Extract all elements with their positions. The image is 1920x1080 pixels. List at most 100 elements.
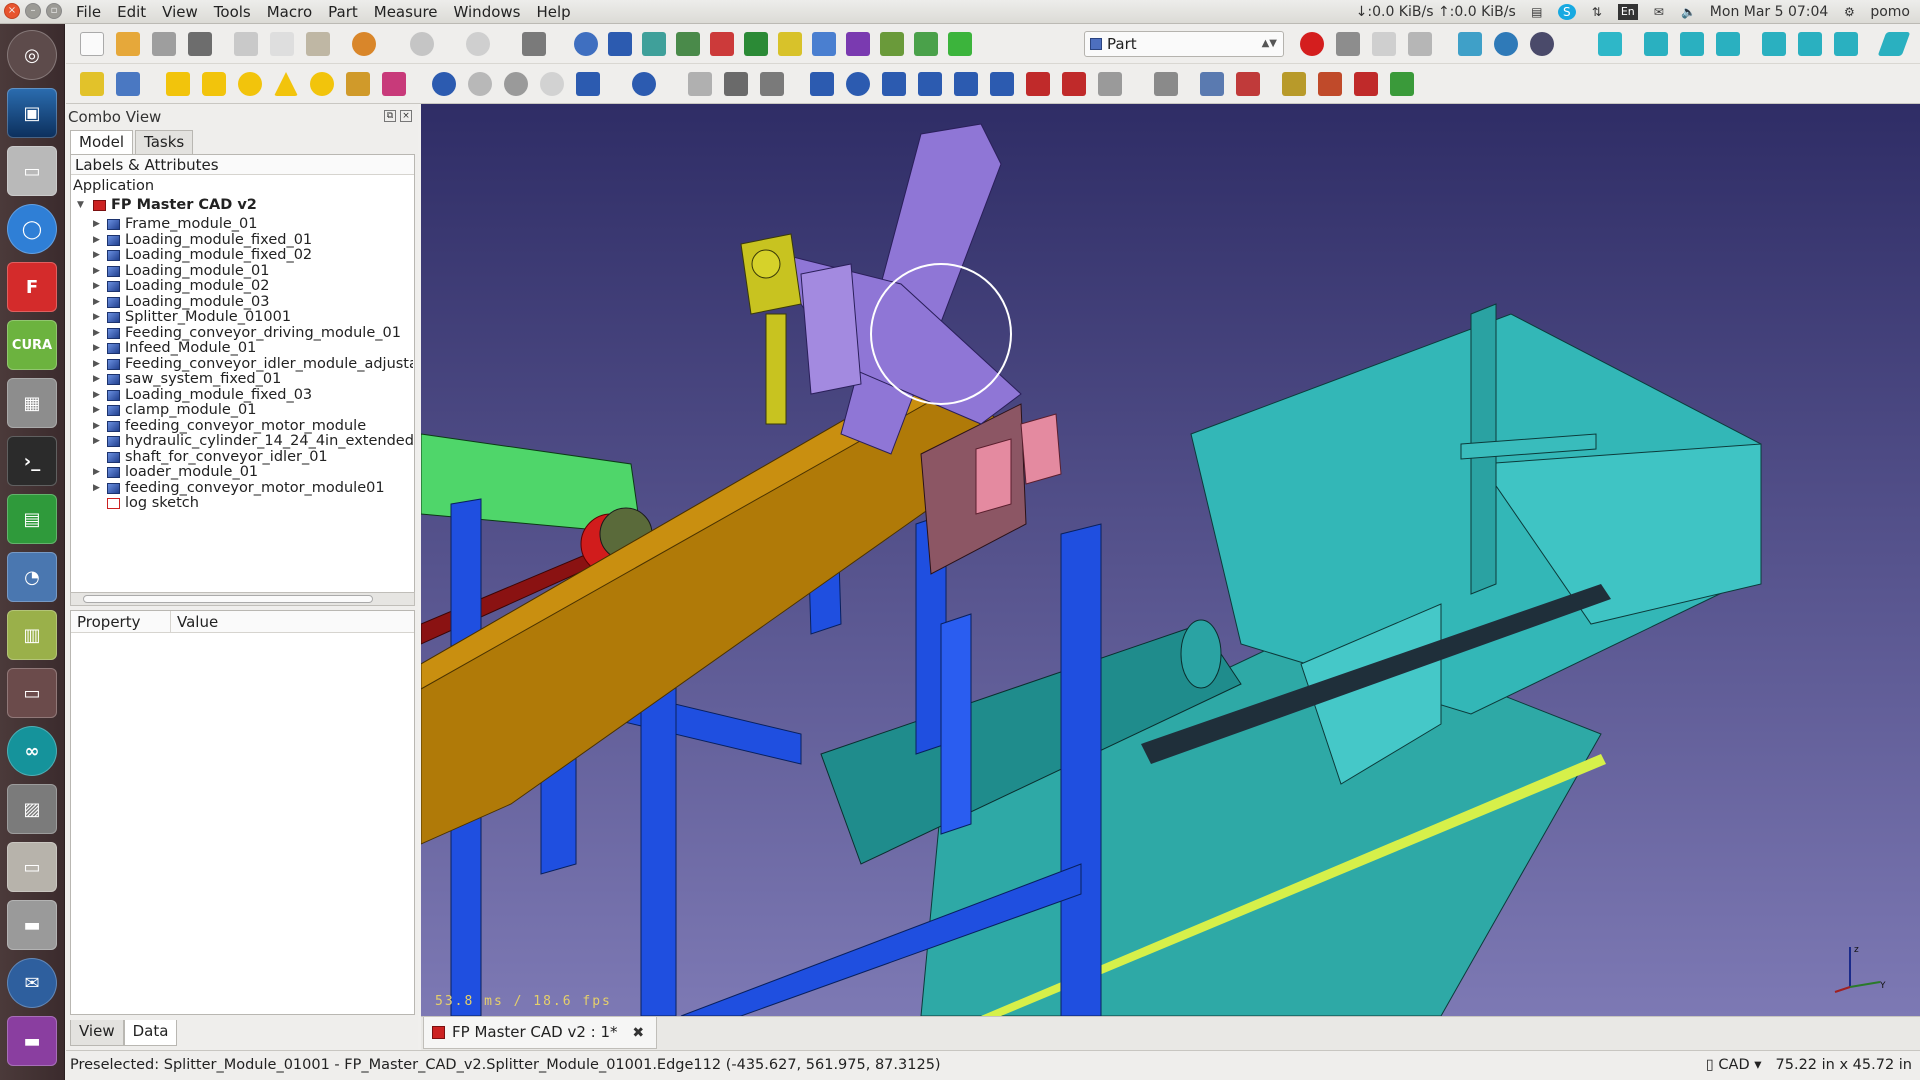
right-view-icon[interactable] bbox=[1716, 32, 1740, 56]
tree-item[interactable]: log sketch bbox=[93, 494, 413, 513]
measure-distance-icon[interactable] bbox=[1877, 32, 1911, 56]
menu-macro[interactable]: Macro bbox=[259, 0, 320, 24]
scrollbar-thumb[interactable] bbox=[83, 595, 373, 603]
rear-view-icon[interactable] bbox=[1762, 32, 1786, 56]
join-icon[interactable] bbox=[576, 72, 600, 96]
menu-windows[interactable]: Windows bbox=[446, 0, 529, 24]
mirror-icon[interactable] bbox=[882, 72, 906, 96]
torus-icon[interactable] bbox=[310, 72, 334, 96]
sync-arrows-icon[interactable]: ⇅ bbox=[1588, 4, 1606, 20]
check-icon[interactable] bbox=[948, 32, 972, 56]
save-icon[interactable] bbox=[152, 32, 176, 56]
paste-icon[interactable] bbox=[306, 32, 330, 56]
workspace-switcher-icon[interactable]: ▭ bbox=[7, 668, 57, 718]
copy-icon[interactable] bbox=[270, 32, 294, 56]
fuse-icon[interactable] bbox=[504, 72, 528, 96]
presentation-icon[interactable]: ▬ bbox=[7, 1016, 57, 1066]
axonometric-icon[interactable] bbox=[1598, 32, 1622, 56]
chamfer-icon[interactable] bbox=[954, 72, 978, 96]
cura-icon[interactable]: CURA bbox=[7, 320, 57, 370]
network-speed[interactable]: ↓:0.0 KiB/s ↑:0.0 KiB/s bbox=[1356, 4, 1516, 20]
volume-icon[interactable]: 🔈 bbox=[1680, 4, 1698, 20]
cylinder-icon[interactable] bbox=[202, 72, 226, 96]
check-geometry-icon[interactable] bbox=[846, 32, 870, 56]
common-icon[interactable] bbox=[540, 72, 564, 96]
file-manager-icon[interactable]: ▭ bbox=[7, 842, 57, 892]
ubuntu-dash-icon[interactable]: ◎ bbox=[7, 30, 57, 80]
menu-part[interactable]: Part bbox=[320, 0, 366, 24]
fillet-icon[interactable] bbox=[918, 72, 942, 96]
open-folder-icon[interactable] bbox=[116, 32, 140, 56]
menu-edit[interactable]: Edit bbox=[109, 0, 154, 24]
workbench-select[interactable]: Part ▲▼ bbox=[1084, 31, 1284, 57]
record-macro-icon[interactable] bbox=[1300, 32, 1324, 56]
sphere-icon[interactable] bbox=[238, 72, 262, 96]
primitives-icon[interactable] bbox=[346, 72, 370, 96]
offset-icon[interactable] bbox=[1154, 72, 1178, 96]
tree-document[interactable]: ▼ FP Master CAD v2 bbox=[77, 196, 407, 215]
menu-help[interactable]: Help bbox=[528, 0, 578, 24]
compound-icon[interactable] bbox=[688, 72, 712, 96]
file-shredder-icon[interactable]: ▨ bbox=[7, 784, 57, 834]
texture-icon[interactable] bbox=[778, 32, 802, 56]
tab-model[interactable]: Model bbox=[70, 130, 134, 154]
split-icon[interactable] bbox=[632, 72, 656, 96]
redo-icon[interactable] bbox=[410, 32, 434, 56]
bottom-view-icon[interactable] bbox=[1798, 32, 1822, 56]
move-icon[interactable] bbox=[812, 32, 836, 56]
shape-builder-icon[interactable] bbox=[382, 72, 406, 96]
revolve-icon[interactable] bbox=[846, 72, 870, 96]
menu-file[interactable]: File bbox=[68, 0, 109, 24]
sketch-view-icon[interactable] bbox=[676, 32, 700, 56]
clipping-icon[interactable] bbox=[744, 32, 768, 56]
top-view-icon[interactable] bbox=[1680, 32, 1704, 56]
extrude-icon[interactable] bbox=[810, 72, 834, 96]
remote-icon[interactable]: ▤ bbox=[1528, 4, 1546, 20]
new-document-icon[interactable] bbox=[80, 32, 104, 56]
menu-view[interactable]: View bbox=[154, 0, 206, 24]
shape-from-mesh-icon[interactable] bbox=[724, 72, 748, 96]
refresh-icon[interactable] bbox=[466, 32, 490, 56]
convert-icon[interactable] bbox=[760, 72, 784, 96]
tab-view[interactable]: View bbox=[70, 1020, 124, 1046]
dimension-icon[interactable] bbox=[880, 32, 904, 56]
left-view-icon[interactable] bbox=[1834, 32, 1858, 56]
terminal-icon[interactable]: ›_ bbox=[7, 436, 57, 486]
zoom-icon[interactable] bbox=[1494, 32, 1518, 56]
keyboard-layout[interactable]: En bbox=[1617, 4, 1638, 20]
close-icon[interactable]: × bbox=[4, 3, 20, 19]
spreadsheet-icon[interactable]: ▤ bbox=[7, 494, 57, 544]
draw-style-icon[interactable] bbox=[1530, 32, 1554, 56]
user-name[interactable]: pomo bbox=[1870, 4, 1910, 20]
value-column-header[interactable]: Value bbox=[171, 611, 414, 632]
float-icon[interactable]: ⧉ bbox=[384, 110, 396, 122]
minimize-icon[interactable]: – bbox=[25, 3, 41, 19]
disk-drive-icon[interactable]: ▭ bbox=[7, 146, 57, 196]
chromium-icon[interactable]: ◯ bbox=[7, 204, 57, 254]
thunderbird-icon[interactable]: ✉ bbox=[7, 958, 57, 1008]
image-viewer-icon[interactable]: ▣ bbox=[7, 88, 57, 138]
sweep-icon[interactable] bbox=[1098, 72, 1122, 96]
edit-macro-icon[interactable] bbox=[1372, 32, 1396, 56]
check-shape-icon[interactable] bbox=[1390, 72, 1414, 96]
slice-icon[interactable] bbox=[1354, 72, 1378, 96]
projection-icon[interactable] bbox=[1236, 72, 1260, 96]
std-view-icon[interactable] bbox=[608, 32, 632, 56]
menu-measure[interactable]: Measure bbox=[366, 0, 446, 24]
thickness-icon[interactable] bbox=[1200, 72, 1224, 96]
link-icon[interactable] bbox=[914, 32, 938, 56]
view-refresh-icon[interactable] bbox=[642, 32, 666, 56]
tab-data[interactable]: Data bbox=[123, 1020, 178, 1046]
model-tree[interactable]: Labels & Attributes Application ▼ FP Mas… bbox=[70, 154, 415, 594]
gear-icon[interactable]: ⚙ bbox=[1840, 4, 1858, 20]
clock[interactable]: Mon Mar 5 07:04 bbox=[1710, 4, 1829, 20]
loft-icon[interactable] bbox=[1062, 72, 1086, 96]
cross-section-icon[interactable] bbox=[1282, 72, 1306, 96]
calculator-icon[interactable]: ▦ bbox=[7, 378, 57, 428]
measure-icon[interactable] bbox=[710, 32, 734, 56]
document-tab[interactable]: FP Master CAD v2 : 1* ✖ bbox=[423, 1017, 658, 1049]
arduino-icon[interactable]: ∞ bbox=[7, 726, 57, 776]
cone-icon[interactable] bbox=[274, 72, 298, 96]
fit-all-icon[interactable] bbox=[1458, 32, 1482, 56]
freecad-icon[interactable]: F bbox=[7, 262, 57, 312]
